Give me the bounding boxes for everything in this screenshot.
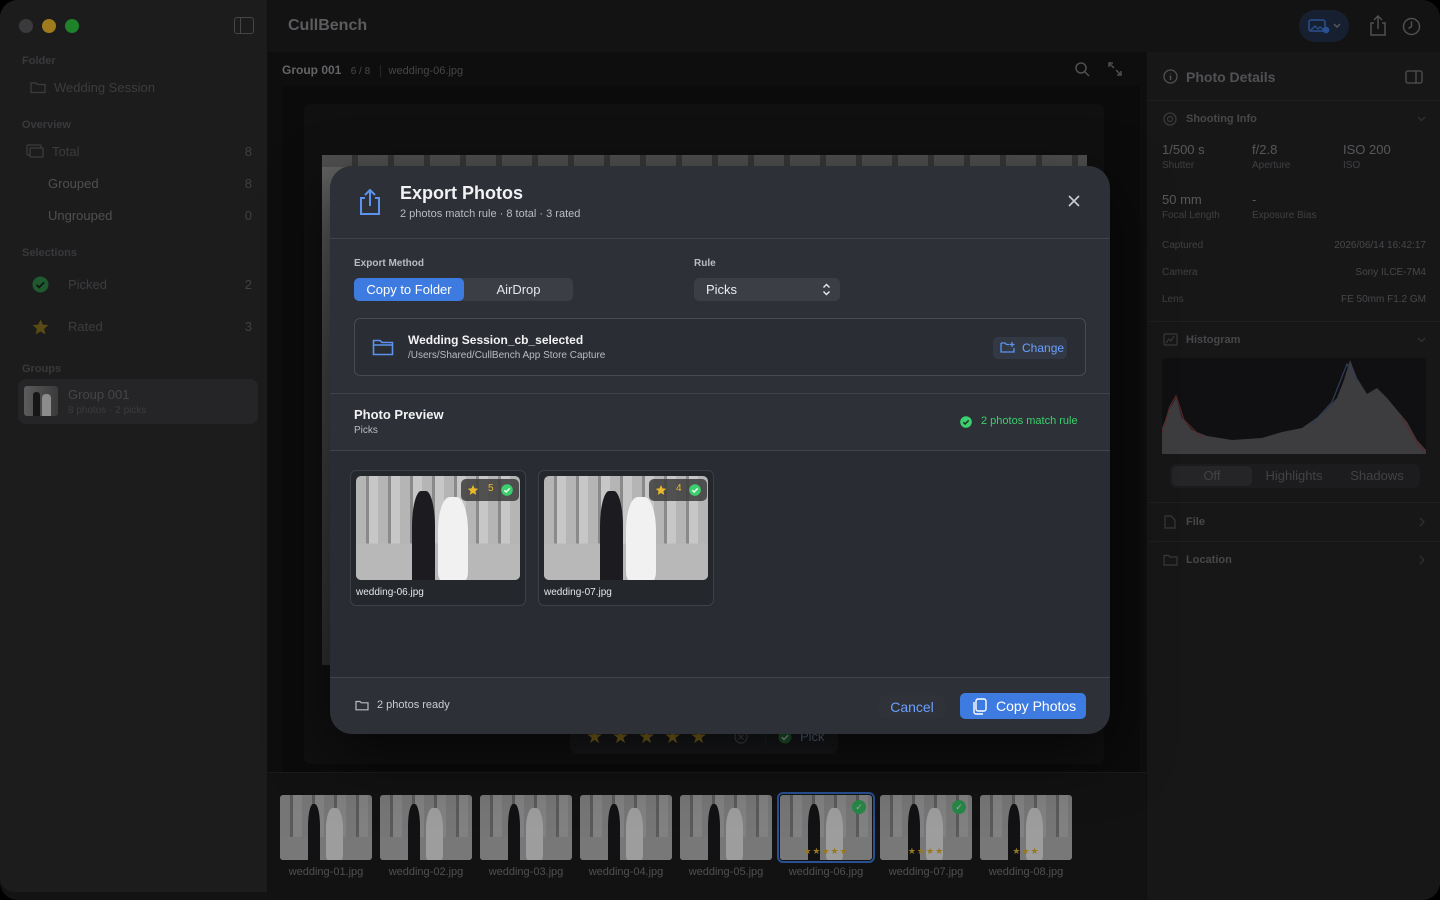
updown-chevron-icon — [823, 283, 830, 296]
folder-icon — [372, 339, 394, 356]
preview-card[interactable]: 5 wedding-06.jpg — [350, 470, 526, 606]
destination-card: Wedding Session_cb_selected /Users/Share… — [354, 318, 1086, 376]
rule-label: Rule — [694, 258, 716, 269]
change-label: Change — [1022, 341, 1065, 355]
export-method-label: Export Method — [354, 258, 424, 269]
copy-photos-button[interactable]: Copy Photos — [960, 693, 1086, 719]
ready-status: 2 photos ready — [377, 699, 450, 711]
preview-subtitle: Picks — [354, 425, 378, 436]
rating-badge: 4 — [649, 479, 707, 501]
dialog-title: Export Photos — [400, 183, 524, 203]
copy-photos-label: Copy Photos — [996, 698, 1077, 714]
cancel-button[interactable]: Cancel — [879, 695, 945, 719]
close-icon[interactable] — [1066, 193, 1082, 209]
rule-select[interactable]: Picks — [694, 278, 840, 301]
change-destination-button[interactable]: Change — [993, 337, 1067, 359]
airdrop-tab[interactable]: AirDrop — [464, 278, 573, 301]
export-dialog: Export Photos 2 photos match rule · 8 to… — [330, 166, 1110, 734]
rating-value: 5 — [488, 483, 494, 494]
rating-value: 4 — [676, 483, 682, 494]
check-circle-icon — [501, 484, 513, 496]
preview-card[interactable]: 4 wedding-07.jpg — [538, 470, 714, 606]
destination-name: Wedding Session_cb_selected — [408, 333, 584, 347]
star-icon — [467, 485, 479, 495]
folder-add-icon — [1000, 342, 1015, 353]
destination-path: /Users/Shared/CullBench App Store Captur… — [408, 350, 606, 361]
export-share-icon — [360, 188, 380, 215]
match-status: 2 photos match rule — [981, 415, 1078, 427]
rule-value: Picks — [706, 282, 738, 297]
preview-filename: wedding-06.jpg — [356, 587, 424, 598]
check-circle-icon — [960, 416, 972, 428]
rating-badge: 5 — [461, 479, 519, 501]
dialog-subtitle: 2 photos match rule · 8 total · 3 rated — [400, 208, 581, 220]
app-window: Folder Wedding Session Overview Total 8 … — [0, 0, 1440, 900]
folder-icon — [355, 700, 369, 711]
preview-title: Photo Preview — [354, 407, 444, 422]
preview-filename: wedding-07.jpg — [544, 587, 612, 598]
export-method-control: Copy to Folder AirDrop — [354, 278, 573, 301]
copy-to-folder-tab[interactable]: Copy to Folder — [354, 278, 464, 301]
check-circle-icon — [689, 484, 701, 496]
copy-icon — [973, 698, 987, 715]
star-icon — [655, 485, 667, 495]
